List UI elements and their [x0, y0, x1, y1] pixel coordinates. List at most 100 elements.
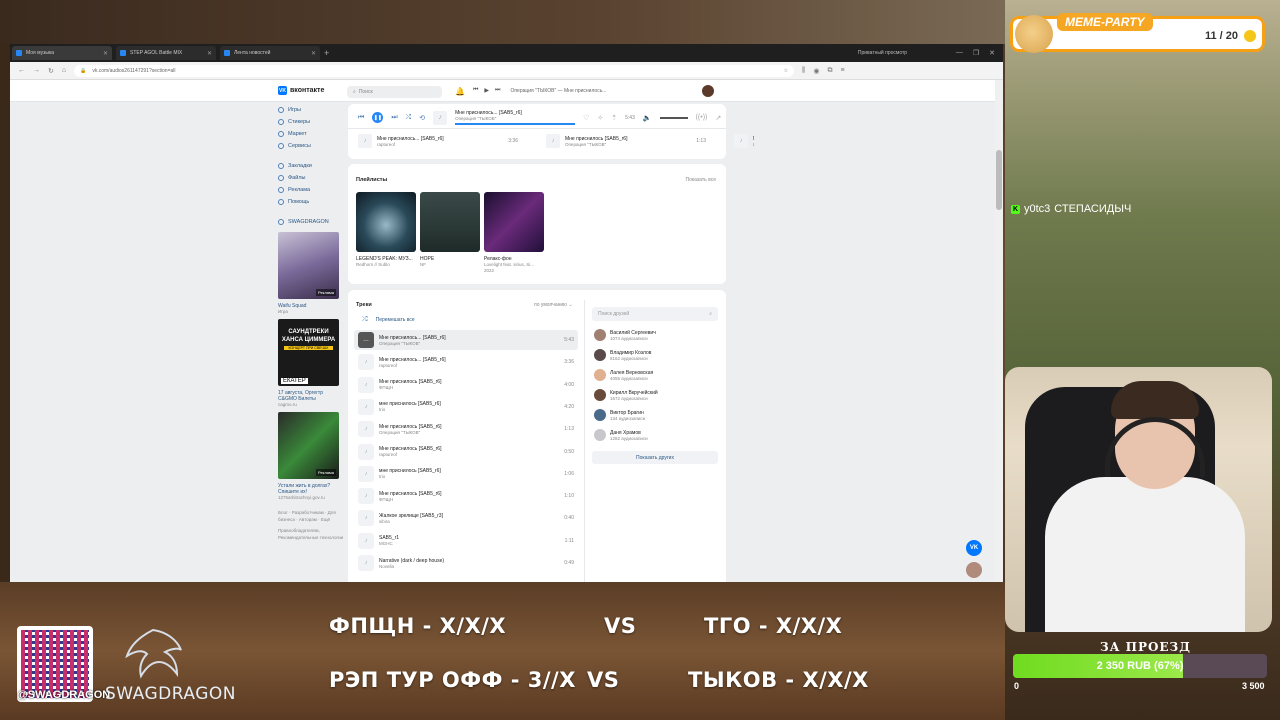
footer-link[interactable]: Разработчикам — [292, 510, 324, 515]
track-row[interactable]: ♪ мне приснилось [SAB5_r6] trio 1:06 — [354, 464, 578, 484]
sidebar-item-files[interactable]: Файлы — [278, 172, 348, 184]
volume-slider[interactable] — [659, 116, 688, 119]
sidebar-item-ads[interactable]: Реклама — [278, 184, 348, 196]
track-row[interactable]: ♪ Мне приснилось [SAB5_r6] raptureof 0:50 — [354, 442, 578, 462]
track-row[interactable]: ♪ SAB5_r1 MGHC 1:11 — [354, 531, 578, 551]
extensions-icon[interactable]: ⧉ — [827, 67, 832, 75]
friend-item[interactable]: Василий Сергеевич 1074 аудиозаписи — [594, 325, 718, 345]
track-row[interactable]: … Мне приснилось... [SAB5_r6] Операция "ТЫ… — [354, 330, 578, 350]
recommendations-icon[interactable]: ✧ — [597, 114, 603, 122]
broadcast-icon[interactable]: ((•)) — [696, 114, 708, 121]
track-row[interactable]: ♪ Мне приснилось [SAB5_r6] Операция "ТЫКОВ… — [354, 419, 578, 439]
close-icon[interactable]: ✕ — [311, 50, 316, 57]
bookmark-star-icon[interactable]: ☆ — [784, 68, 788, 74]
track-row[interactable]: ♪ Жалкое зрелище [SAB5_r3] sibira 0:40 — [354, 508, 578, 528]
track-row[interactable]: ♪ Мне приснилось [SAB5_r6] ФПЩН 1:10 — [354, 486, 578, 506]
seek-bar[interactable] — [455, 123, 576, 125]
sidebar-item-help[interactable]: Помощь — [278, 196, 348, 208]
next-icon[interactable]: ⏭ — [391, 114, 397, 122]
close-icon[interactable]: ✕ — [207, 50, 212, 57]
track-artist: raptureof — [379, 362, 398, 368]
ad-block-zimmer[interactable]: САУНДТРЕКИ ХАНСА ЦИММЕРА КОНЦЕРТ ПРИ СВЕ… — [278, 319, 339, 408]
friend-item[interactable]: Виктор Брагин 134 аудиозаписи — [594, 405, 718, 425]
forward-icon[interactable]: → — [33, 67, 40, 74]
account-icon[interactable]: ◉ — [813, 67, 819, 75]
show-more-friends-button[interactable]: Показать других — [592, 451, 718, 464]
menu-icon[interactable]: ≡ — [840, 67, 844, 74]
footer-link[interactable]: Авторам — [299, 517, 317, 522]
ad-title: 17 августа, Оргегтр C&GMO Билеты — [278, 390, 324, 402]
tab-my-music[interactable]: Моя музыка ✕ — [12, 46, 112, 60]
home-icon[interactable]: ⌂ — [62, 67, 66, 74]
footer-link[interactable]: Блог — [278, 510, 288, 515]
track-artist: Операция "ТЫКОВ" — [379, 340, 421, 346]
now-playing-artist: Операция "ТЫКОВ" — [455, 116, 497, 121]
playlist-item[interactable]: LEGEND'S PEAK: МУЗ... Redhorn // Sublo — [356, 192, 416, 274]
ad-block-debts[interactable]: Реклама Устали жить в долгах? Спишите их… — [278, 412, 339, 501]
track-row[interactable]: ♪ мне приснилось [SAB5_r6] trio 4:20 — [354, 397, 578, 417]
recent-track[interactable]: ♪ МнLe — [734, 134, 754, 148]
user-avatar[interactable] — [702, 85, 714, 97]
minimize-icon[interactable]: — — [956, 49, 963, 57]
friend-item[interactable]: Владимир Козлов 8162 аудиозаписи — [594, 345, 718, 365]
doge-icon — [1015, 15, 1053, 53]
vk-logo[interactable]: VK вконтакте — [278, 86, 324, 95]
tab-battle-mix[interactable]: STEP AGOL Battle MIX ✕ — [116, 46, 216, 60]
friend-item[interactable]: Кирилл Вкручейский 1672 аудиозаписи — [594, 385, 718, 405]
scrollbar-thumb[interactable] — [996, 150, 1002, 210]
playlist-add-icon[interactable]: ⇡ — [611, 114, 617, 122]
reload-icon[interactable]: ↻ — [48, 67, 54, 75]
like-icon[interactable]: ♡ — [583, 114, 589, 122]
volume-icon[interactable]: 🔈 — [643, 114, 652, 122]
shuffle-all-button[interactable]: ⤮ Перемешать все — [362, 316, 415, 324]
next-icon[interactable]: ⏭ — [495, 87, 500, 94]
play-icon[interactable]: ▶ — [484, 87, 489, 94]
repeat-icon[interactable]: ⟲ — [419, 114, 425, 122]
friend-search-input[interactable]: Поиск друзей ⌕ — [592, 307, 718, 321]
vk-messenger-icon[interactable]: VK — [966, 540, 982, 556]
window-close-icon[interactable]: ✕ — [989, 49, 995, 57]
sidebar-item-games[interactable]: Игры — [278, 104, 348, 116]
sidebar-item-market[interactable]: Маркет — [278, 128, 348, 140]
maximize-icon[interactable]: ❐ — [973, 49, 979, 57]
sidebar-item-group[interactable]: SWAGDRAGON — [278, 216, 348, 228]
sidebar-item-bookmarks[interactable]: Закладки — [278, 160, 348, 172]
track-row[interactable]: ♪ Мне приснилось... [SAB5_r6] raptureof 3:3… — [354, 352, 578, 372]
footer-link[interactable]: Ещё — [321, 517, 330, 522]
sidebar-item-stickers[interactable]: Стикеры — [278, 116, 348, 128]
vk-logo-icon: VK — [278, 86, 287, 95]
url-input[interactable]: 🔒 vk.com/audios261147291?section=all ☆ — [74, 64, 795, 77]
playlist-item[interactable]: HOPE NF — [420, 192, 480, 274]
friend-item[interactable]: Лалея Верновская 4055 аудиозаписи — [594, 365, 718, 385]
back-icon[interactable]: ← — [18, 67, 25, 74]
sort-select[interactable]: по умолчанию ⌄ — [534, 302, 573, 308]
page-scrollbar[interactable] — [995, 80, 1003, 582]
recent-track[interactable]: ♪ Мне приснилось [SAB5_r6] Операция "ТЫКО… — [546, 134, 706, 148]
track-row[interactable]: ♪ Narrative (dark / deep house) Novella 0:4… — [354, 553, 578, 573]
friend-info: Лалея Верновская 4055 аудиозаписи — [610, 370, 653, 381]
vk-header: VK вконтакте ⌕ Поиск 🔔 ⏮ ▶ ⏭ Операция "ТЫК… — [10, 80, 1003, 102]
pause-button[interactable]: ❚❚ — [372, 112, 384, 123]
new-tab-icon[interactable]: + — [324, 48, 329, 58]
close-icon[interactable]: ✕ — [103, 50, 108, 57]
friend-search-placeholder: Поиск друзей — [598, 311, 630, 317]
ad-block-waifu[interactable]: Реклама Waifu Squad Игра — [278, 232, 339, 315]
ad-line3: КОНЦЕРТ ПРИ СВЕЧАХ — [284, 346, 333, 350]
share-icon[interactable]: ↗ — [715, 114, 721, 122]
prev-icon[interactable]: ⏮ — [358, 114, 364, 122]
chat-avatar[interactable] — [966, 562, 982, 578]
library-icon[interactable]: ⫼ — [802, 67, 805, 75]
recent-track[interactable]: ♪ Мне приснилось... [SAB5_r6] raptureof 3… — [358, 134, 518, 148]
track-row[interactable]: ♪ Мне приснилось [SAB5_r6] ФПЩН 4:00 — [354, 375, 578, 395]
prev-icon[interactable]: ⏮ — [473, 87, 478, 94]
shuffle-icon[interactable]: ⤮ — [406, 114, 412, 122]
friend-item[interactable]: Даня Храмов 1282 аудиозаписи — [594, 425, 718, 445]
track-duration: 4:20 — [564, 403, 574, 410]
playlists-show-all[interactable]: Показать все — [685, 177, 716, 183]
bell-icon[interactable]: 🔔 — [455, 87, 465, 96]
playlist-item[interactable]: Релакс-фон Lovelight feat. sirius, Si...… — [484, 192, 544, 274]
footer-rights[interactable]: Правообладателям, Рекомендательные техно… — [278, 527, 348, 541]
tab-news-feed[interactable]: Лента новостей ✕ — [220, 46, 320, 60]
vk-search-input[interactable]: ⌕ Поиск — [347, 86, 442, 98]
sidebar-item-services[interactable]: Сервисы — [278, 140, 348, 152]
